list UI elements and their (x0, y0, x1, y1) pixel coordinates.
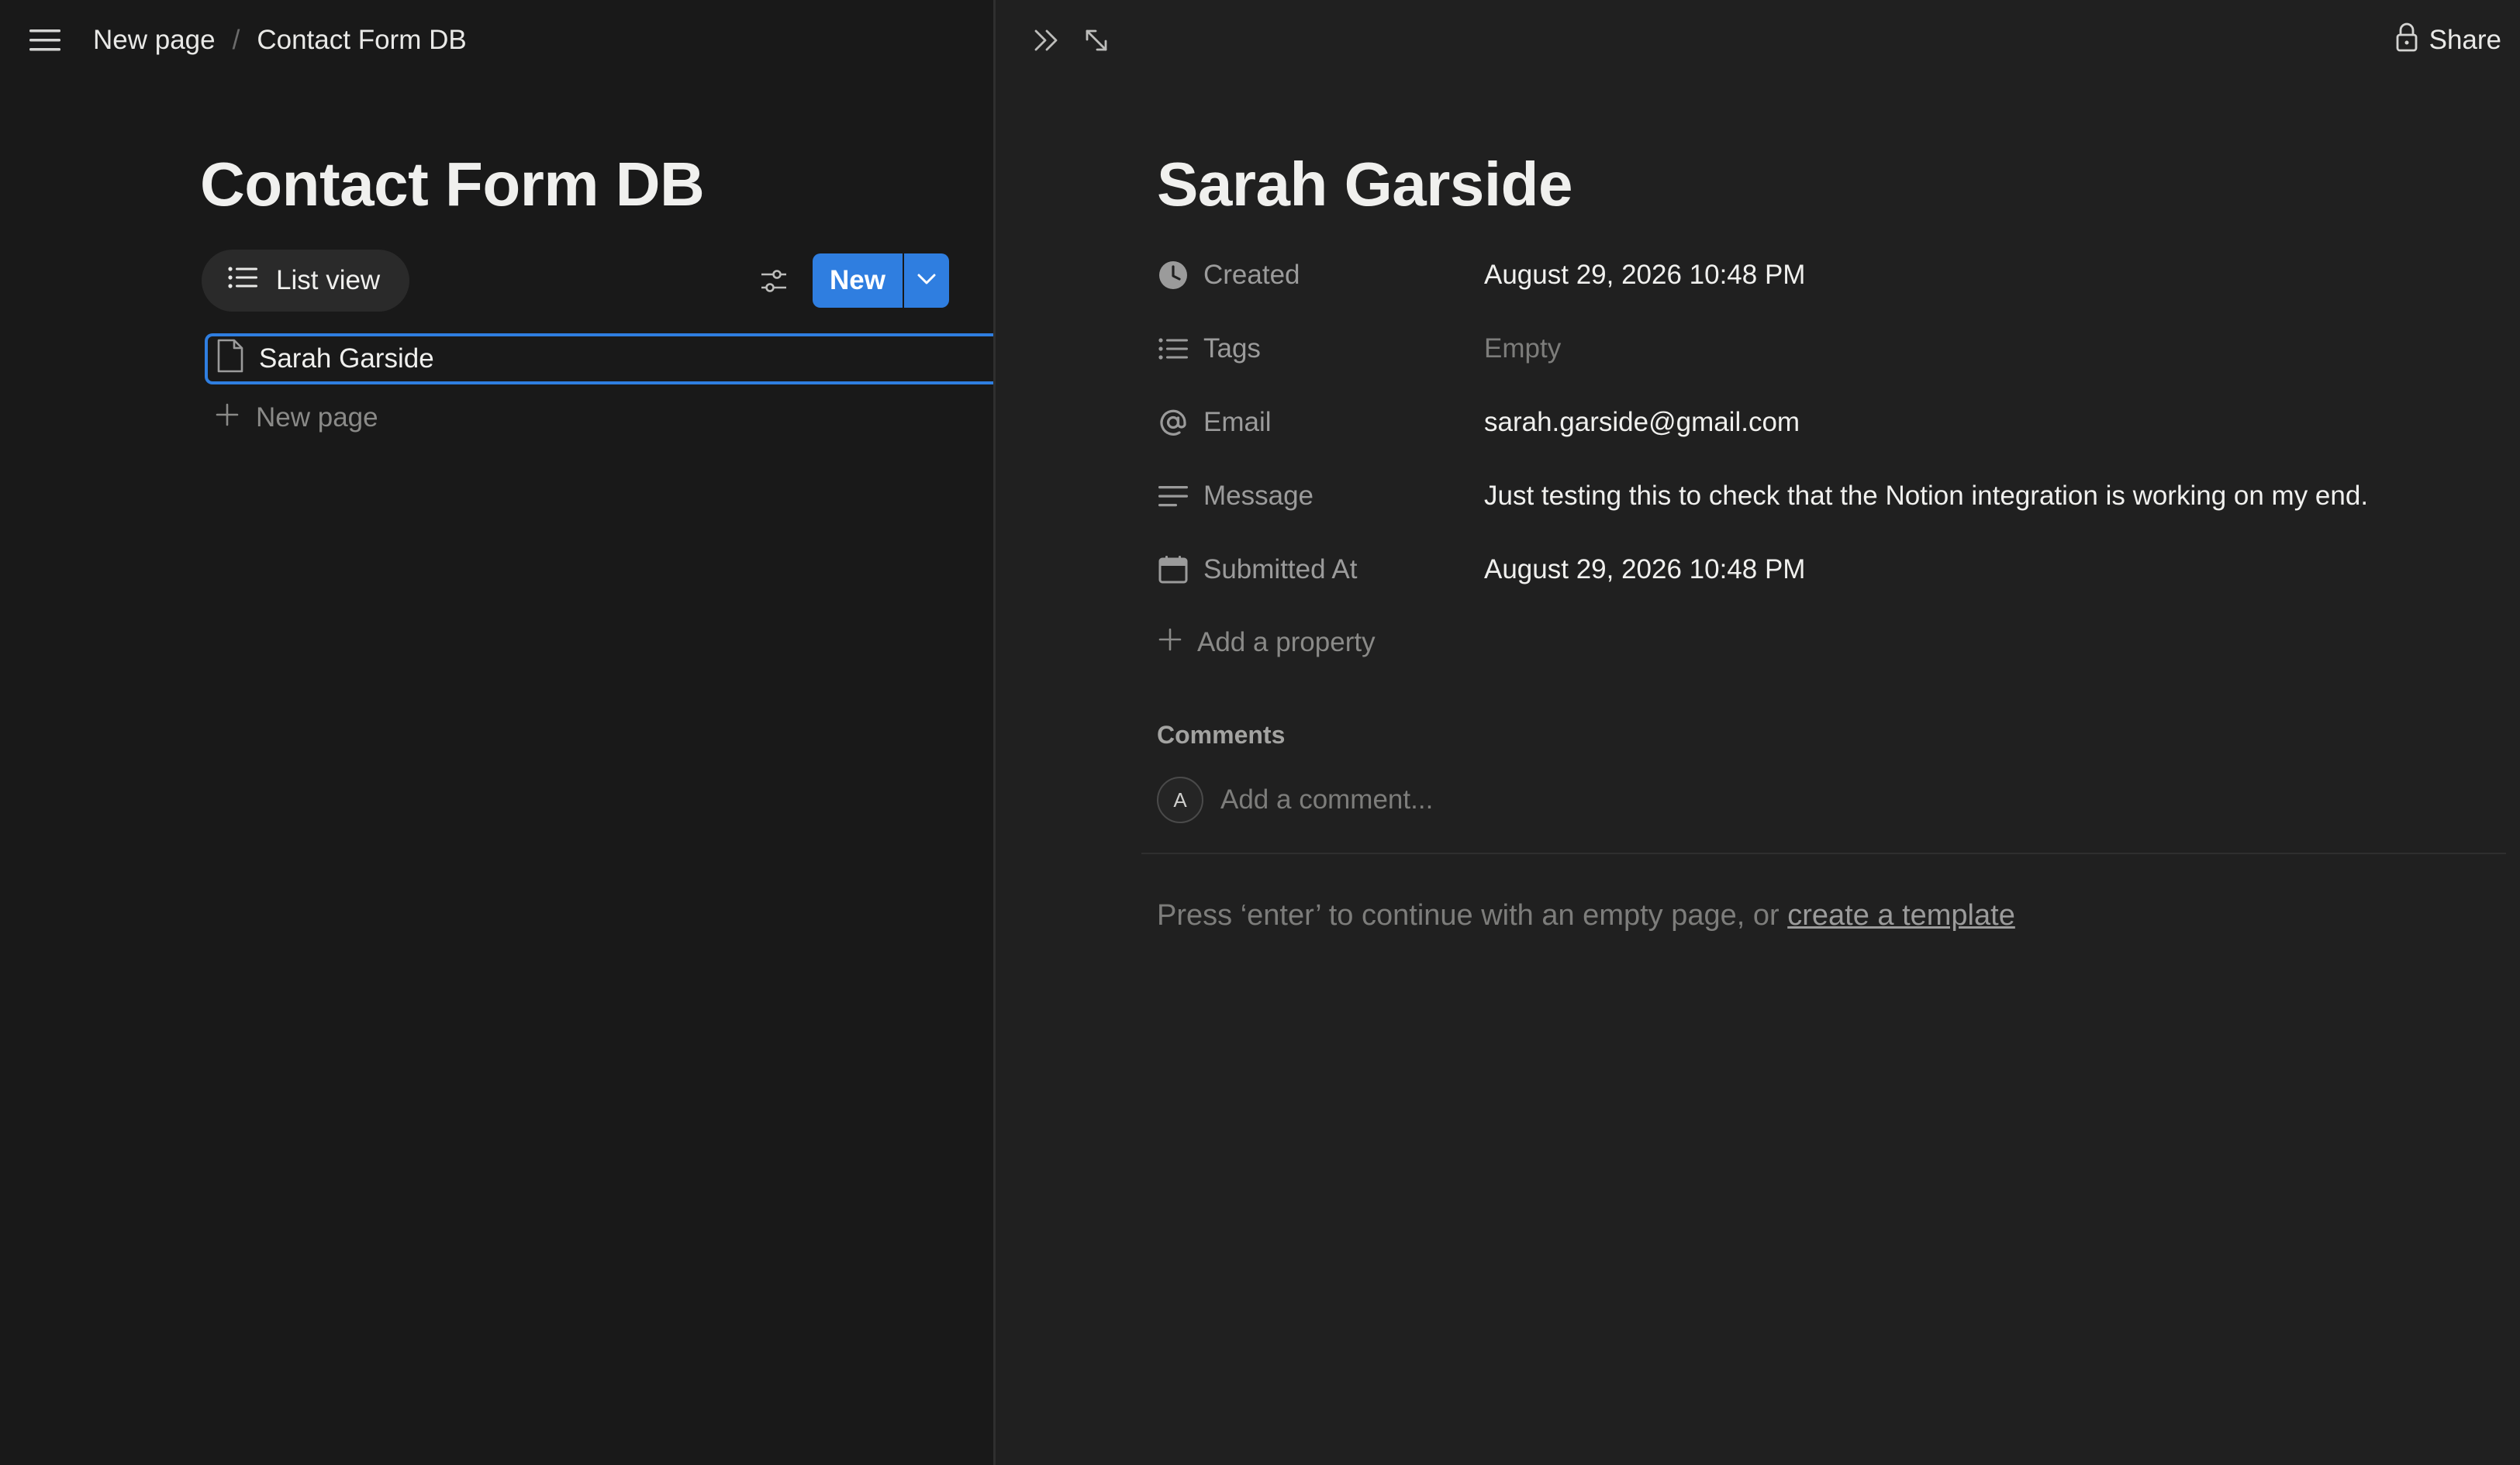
property-name-cell: Submitted At (1157, 553, 1484, 586)
property-message[interactable]: Message Just testing this to check that … (1157, 471, 2506, 522)
chevron-down-icon (917, 273, 937, 289)
property-name-cell: Tags (1157, 333, 1484, 365)
new-dropdown-button[interactable] (904, 253, 949, 308)
text-lines-icon (1157, 480, 1189, 512)
list-view-label: List view (276, 265, 381, 295)
add-property-label: Add a property (1197, 627, 1376, 657)
breadcrumb-separator: / (232, 25, 240, 55)
property-email[interactable]: Email sarah.garside@gmail.com (1157, 397, 2506, 448)
list-icon (1157, 333, 1189, 365)
calendar-icon (1157, 553, 1189, 586)
property-value: sarah.garside@gmail.com (1484, 407, 1800, 437)
clock-icon (1157, 259, 1189, 291)
comments-heading: Comments (1157, 721, 1286, 749)
list-view-tab[interactable]: List view (202, 250, 409, 312)
property-created[interactable]: Created August 29, 2026 10:48 PM (1157, 250, 2506, 301)
list-item-title: Sarah Garside (259, 343, 434, 374)
avatar: A (1157, 777, 1203, 823)
new-page-label: New page (256, 402, 378, 433)
property-name: Created (1203, 260, 1300, 290)
property-name-cell: Message (1157, 480, 1484, 512)
breadcrumb-item-contact-form-db[interactable]: Contact Form DB (257, 25, 466, 56)
comment-input[interactable]: Add a comment... (1220, 784, 1433, 815)
add-property-button[interactable]: Add a property (1158, 617, 1376, 668)
property-tags[interactable]: Tags Empty (1157, 323, 2506, 374)
property-name-cell: Created (1157, 259, 1484, 291)
property-value: August 29, 2026 10:48 PM (1484, 260, 1806, 290)
property-name: Email (1203, 407, 1272, 437)
list-icon (228, 265, 257, 296)
plus-icon (1158, 627, 1182, 658)
menu-icon[interactable] (23, 19, 67, 62)
breadcrumb: New page / Contact Form DB (93, 17, 467, 64)
page-peek-pane: Share Sarah Garside Created August 29, 2… (996, 0, 2520, 1465)
property-name: Tags (1203, 333, 1261, 364)
page-title[interactable]: Sarah Garside (1157, 149, 1573, 220)
create-template-link[interactable]: create a template (1787, 899, 2015, 932)
database-pane: New page / Contact Form DB Contact Form … (0, 0, 993, 1465)
database-title[interactable]: Contact Form DB (200, 149, 705, 220)
breadcrumb-item-new-page[interactable]: New page (93, 25, 216, 56)
property-submitted-at[interactable]: Submitted At August 29, 2026 10:48 PM (1157, 544, 2506, 595)
page-icon (216, 338, 245, 381)
share-label: Share (2429, 25, 2501, 55)
expand-icon[interactable] (1078, 22, 1115, 59)
list-item[interactable]: Sarah Garside (205, 333, 993, 384)
comment-composer[interactable]: A Add a comment... (1157, 775, 1433, 825)
property-value: Empty (1484, 333, 1562, 364)
plus-icon (216, 402, 239, 433)
add-new-page-button[interactable]: New page (216, 394, 378, 442)
filter-settings-icon[interactable] (754, 262, 794, 301)
hint-text: Press ‘enter’ to continue with an empty … (1157, 899, 1788, 932)
property-value: Just testing this to check that the Noti… (1484, 481, 2369, 511)
close-peek-icon[interactable] (1028, 22, 1065, 59)
property-name: Submitted At (1203, 554, 1358, 584)
property-value: August 29, 2026 10:48 PM (1484, 554, 1806, 584)
empty-page-hint: Press ‘enter’ to continue with an empty … (1157, 899, 2015, 932)
at-icon (1157, 406, 1189, 439)
divider (1141, 853, 2506, 854)
app-window: New page / Contact Form DB Contact Form … (0, 0, 2520, 1465)
property-name-cell: Email (1157, 406, 1484, 439)
property-name: Message (1203, 481, 1314, 511)
lock-icon (2395, 22, 2418, 60)
share-button[interactable]: Share (2395, 20, 2501, 60)
new-button[interactable]: New (813, 253, 903, 308)
